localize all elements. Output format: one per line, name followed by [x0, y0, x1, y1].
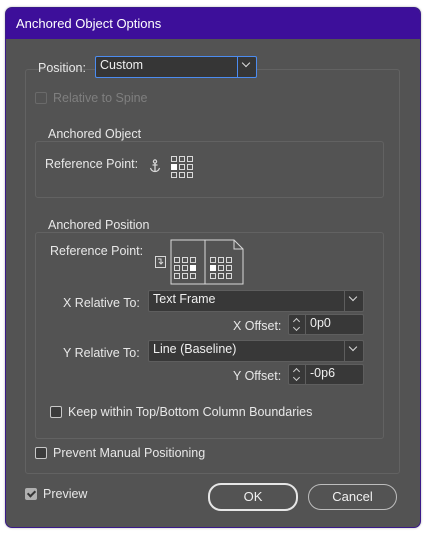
y-offset-label: Y Offset: — [233, 369, 282, 383]
x-offset-stepper[interactable] — [289, 315, 306, 334]
ref-point-left-middle-center[interactable] — [182, 265, 188, 271]
ref-point-top-right[interactable] — [187, 156, 193, 162]
ref-point-left-top-left[interactable] — [174, 257, 180, 263]
anchored-object-reference-grid[interactable] — [171, 156, 193, 178]
ref-point-left-bottom-left[interactable] — [174, 273, 180, 279]
y-relative-to-label: Y Relative To: — [63, 346, 140, 360]
spine-toggle-icon[interactable] — [155, 256, 167, 269]
position-dropdown-button[interactable] — [237, 57, 256, 77]
y-relative-to-dropdown[interactable]: Line (Baseline) — [148, 340, 364, 362]
dialog-title: Anchored Object Options — [16, 16, 162, 31]
anchored-object-reference-point-label: Reference Point: — [45, 157, 139, 171]
x-relative-to-value: Text Frame — [153, 292, 216, 306]
chevron-down-icon[interactable] — [292, 373, 301, 382]
ref-point-bottom-left[interactable] — [171, 172, 177, 178]
position-value: Custom — [100, 58, 144, 72]
anchored-object-legend: Anchored Object — [46, 127, 144, 141]
position-label: Position: — [38, 61, 86, 75]
relative-to-spine-checkbox[interactable] — [35, 92, 47, 104]
ref-point-bottom-center[interactable] — [179, 172, 185, 178]
anchored-object-options-dialog: Anchored Object Options Position: Custom… — [5, 7, 421, 528]
chevron-down-icon — [348, 342, 358, 352]
ref-point-top-center[interactable] — [179, 156, 185, 162]
anchored-position-reference-point-label: Reference Point: — [50, 244, 144, 258]
title-bar: Anchored Object Options — [6, 8, 420, 39]
y-offset-value: -0p6 — [310, 366, 336, 380]
ref-point-right-bottom-right[interactable] — [226, 273, 232, 279]
ref-point-left-bottom-right[interactable] — [190, 273, 196, 279]
x-relative-to-dropdown-button[interactable] — [344, 291, 363, 311]
ref-point-left-middle-left[interactable] — [174, 265, 180, 271]
ref-point-left-middle-right[interactable] — [190, 265, 196, 271]
ref-point-right-top-center[interactable] — [218, 257, 224, 263]
ref-point-right-bottom-center[interactable] — [218, 273, 224, 279]
prevent-manual-positioning-checkbox[interactable] — [35, 447, 47, 459]
preview-checkbox[interactable] — [25, 488, 37, 500]
ref-point-middle-left[interactable] — [171, 164, 177, 170]
ref-point-middle-right[interactable] — [187, 164, 193, 170]
x-offset-value: 0p0 — [310, 316, 331, 330]
cancel-button[interactable]: Cancel — [308, 484, 397, 510]
ref-point-right-middle-left[interactable] — [210, 265, 216, 271]
anchored-position-right-page-grid[interactable] — [210, 257, 232, 279]
anchored-position-legend: Anchored Position — [46, 218, 152, 232]
keep-within-checkbox[interactable] — [50, 406, 62, 418]
x-offset-label: X Offset: — [233, 319, 282, 333]
ref-point-bottom-right[interactable] — [187, 172, 193, 178]
relative-to-spine-label: Relative to Spine — [53, 91, 148, 105]
ok-button[interactable]: OK — [208, 483, 298, 511]
y-relative-to-dropdown-button[interactable] — [344, 341, 363, 361]
ref-point-top-left[interactable] — [171, 156, 177, 162]
ref-point-right-bottom-left[interactable] — [210, 273, 216, 279]
chevron-down-icon[interactable] — [292, 323, 301, 332]
preview-label: Preview — [43, 487, 88, 501]
ref-point-left-top-right[interactable] — [190, 257, 196, 263]
y-offset-stepper[interactable] — [289, 365, 306, 384]
anchored-position-left-page-grid[interactable] — [174, 257, 196, 279]
ref-point-right-top-right[interactable] — [226, 257, 232, 263]
y-offset-field[interactable]: -0p6 — [288, 364, 364, 385]
ref-point-right-middle-right[interactable] — [226, 265, 232, 271]
position-dropdown[interactable]: Custom — [95, 56, 257, 78]
anchor-icon — [149, 159, 161, 173]
ref-point-right-middle-center[interactable] — [218, 265, 224, 271]
ref-point-left-bottom-center[interactable] — [182, 273, 188, 279]
chevron-down-icon — [241, 58, 251, 68]
ref-point-middle-center[interactable] — [179, 164, 185, 170]
prevent-manual-positioning-label: Prevent Manual Positioning — [53, 446, 206, 460]
chevron-down-icon — [348, 292, 358, 302]
x-offset-field[interactable]: 0p0 — [288, 314, 364, 335]
keep-within-label: Keep within Top/Bottom Column Boundaries — [68, 405, 313, 419]
ref-point-right-top-left[interactable] — [210, 257, 216, 263]
y-relative-to-value: Line (Baseline) — [153, 342, 237, 356]
x-relative-to-label: X Relative To: — [63, 296, 140, 310]
ref-point-left-top-center[interactable] — [182, 257, 188, 263]
x-relative-to-dropdown[interactable]: Text Frame — [148, 290, 364, 312]
